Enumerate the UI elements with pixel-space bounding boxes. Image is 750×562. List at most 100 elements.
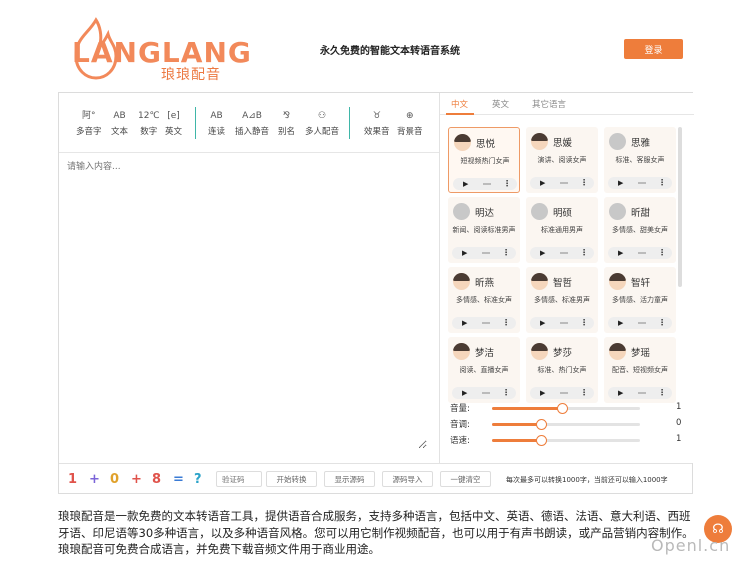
import-source-button[interactable]: 源码导入 bbox=[382, 471, 433, 487]
tool-english[interactable]: [e] 英文 bbox=[165, 109, 182, 137]
product-description: 琅琅配音是一款免费的文本转语音工具，提供语音合成服务，支持多种语言，包括中文、英… bbox=[58, 509, 694, 556]
voice-name: 思雅 bbox=[631, 138, 651, 149]
voice-description: 多情感、甜美女声 bbox=[612, 226, 668, 234]
voice-name: 梦莎 bbox=[553, 348, 573, 359]
clear-all-button[interactable]: 一键清空 bbox=[440, 471, 491, 487]
play-icon[interactable]: ▶ bbox=[540, 389, 545, 397]
voice-card[interactable]: 明硕 标准通用男声 ▶ ⋮ bbox=[526, 197, 598, 263]
tool-polyphone[interactable]: 阿° 多音字 bbox=[76, 109, 102, 137]
tool-multi-voice[interactable]: ⚇ 多人配音 bbox=[305, 109, 339, 137]
tab-english[interactable]: 英文 bbox=[492, 98, 509, 110]
tab-other-languages[interactable]: 其它语言 bbox=[532, 98, 566, 110]
speed-slider[interactable]: 语速: 1 bbox=[450, 433, 690, 447]
voice-preview-player: ▶ ⋮ bbox=[452, 317, 516, 329]
voice-card[interactable]: 昕燕 多情感、标准女声 ▶ ⋮ bbox=[448, 267, 520, 333]
more-options-icon[interactable]: ⋮ bbox=[580, 318, 588, 327]
pitch-knob[interactable] bbox=[535, 419, 547, 430]
voice-name: 昕甜 bbox=[631, 208, 651, 219]
progress-bar[interactable] bbox=[638, 322, 646, 324]
play-icon[interactable]: ▶ bbox=[463, 180, 468, 188]
voice-card[interactable]: 思媛 演讲、阅读女声 ▶ ⋮ bbox=[526, 127, 598, 193]
play-icon[interactable]: ▶ bbox=[462, 389, 467, 397]
more-options-icon[interactable]: ⋮ bbox=[658, 318, 666, 327]
more-options-icon[interactable]: ⋮ bbox=[502, 318, 510, 327]
tab-chinese[interactable]: 中文 bbox=[451, 98, 468, 110]
avatar bbox=[531, 343, 548, 360]
polyphone-icon: 阿° bbox=[82, 111, 96, 121]
captcha-input[interactable] bbox=[216, 471, 262, 487]
more-options-icon[interactable]: ⋮ bbox=[503, 179, 511, 188]
tool-background-sound[interactable]: ⊕ 背景音 bbox=[397, 109, 423, 137]
pitch-track[interactable] bbox=[492, 419, 640, 430]
voice-preview-player: ▶ ⋮ bbox=[530, 177, 594, 189]
play-icon[interactable]: ▶ bbox=[618, 249, 623, 257]
avatar bbox=[609, 203, 626, 220]
tool-label: 插入静音 bbox=[235, 127, 270, 137]
tool-text[interactable]: AB 文本 bbox=[111, 109, 128, 137]
voice-card[interactable]: 思悦 短视频热门女声 ▶ ⋮ bbox=[448, 127, 520, 193]
english-icon: [e] bbox=[167, 111, 180, 121]
play-icon[interactable]: ▶ bbox=[618, 319, 623, 327]
progress-bar[interactable] bbox=[560, 322, 568, 324]
speed-knob[interactable] bbox=[535, 435, 547, 446]
more-options-icon[interactable]: ⋮ bbox=[658, 388, 666, 397]
tool-insert-silence[interactable]: A⊿B 插入静音 bbox=[235, 109, 269, 137]
login-button[interactable]: 登录 bbox=[624, 39, 683, 59]
voice-card[interactable]: 思雅 标准、客服女声 ▶ ⋮ bbox=[604, 127, 676, 193]
volume-track[interactable] bbox=[492, 403, 640, 414]
progress-bar[interactable] bbox=[482, 252, 490, 254]
progress-bar[interactable] bbox=[482, 392, 490, 394]
progress-bar[interactable] bbox=[638, 392, 646, 394]
more-options-icon[interactable]: ⋮ bbox=[580, 388, 588, 397]
alias-icon: ⅋ bbox=[282, 111, 291, 121]
play-icon[interactable]: ▶ bbox=[618, 179, 623, 187]
voice-scrollbar[interactable] bbox=[678, 127, 682, 287]
tts-panel: 阿° 多音字 AB 文本 12℃ 数字 [e] 英文 AB 连读 A⊿B 插入静… bbox=[58, 92, 694, 494]
volume-slider[interactable]: 音量: 1 bbox=[450, 401, 690, 415]
volume-knob[interactable] bbox=[556, 403, 568, 414]
voice-card[interactable]: 智哲 多情感、标准男声 ▶ ⋮ bbox=[526, 267, 598, 333]
voice-description: 阅读、直播女声 bbox=[459, 366, 509, 374]
voice-card[interactable]: 昕甜多情感、甜美女声 ▶ ⋮ bbox=[604, 197, 676, 263]
voice-description: 多情感、标准男声 bbox=[534, 296, 590, 304]
play-icon[interactable]: ▶ bbox=[618, 389, 623, 397]
voice-preview-player: ▶ ⋮ bbox=[452, 247, 516, 259]
more-options-icon[interactable]: ⋮ bbox=[580, 248, 588, 257]
play-icon[interactable]: ▶ bbox=[540, 179, 545, 187]
progress-bar[interactable] bbox=[638, 252, 646, 254]
play-icon[interactable]: ▶ bbox=[462, 319, 467, 327]
more-options-icon[interactable]: ⋮ bbox=[502, 248, 510, 257]
text-input[interactable] bbox=[67, 159, 427, 449]
voice-card[interactable]: 梦瑶 配音、短视频女声 ▶ ⋮ bbox=[604, 337, 676, 403]
tool-number[interactable]: 12℃ 数字 bbox=[138, 109, 160, 137]
start-convert-button[interactable]: 开始转换 bbox=[266, 471, 317, 487]
pitch-slider[interactable]: 音调: 0 bbox=[450, 417, 690, 431]
voice-card[interactable]: 梦洁 阅读、直播女声 ▶ ⋮ bbox=[448, 337, 520, 403]
speed-track[interactable] bbox=[492, 435, 640, 446]
tool-liaison[interactable]: AB 连读 bbox=[208, 109, 225, 137]
liaison-icon: AB bbox=[210, 111, 223, 121]
progress-bar[interactable] bbox=[482, 322, 490, 324]
progress-bar[interactable] bbox=[560, 252, 568, 254]
tool-label: 背景音 bbox=[397, 127, 423, 137]
play-icon[interactable]: ▶ bbox=[540, 319, 545, 327]
show-source-button[interactable]: 显示源码 bbox=[324, 471, 375, 487]
tool-label: 多人配音 bbox=[305, 127, 340, 137]
more-options-icon[interactable]: ⋮ bbox=[658, 178, 666, 187]
tool-sound-effect[interactable]: ♉ 效果音 bbox=[364, 109, 390, 137]
progress-bar[interactable] bbox=[560, 182, 568, 184]
voice-card[interactable]: 梦莎 标准、热门女声 ▶ ⋮ bbox=[526, 337, 598, 403]
voice-card[interactable]: 智轩 多情感、活力童声 ▶ ⋮ bbox=[604, 267, 676, 333]
tool-label: 别名 bbox=[278, 127, 296, 137]
tool-alias[interactable]: ⅋ 别名 bbox=[278, 109, 295, 137]
voice-card[interactable]: 明达 新闻、阅读标准男声 ▶ ⋮ bbox=[448, 197, 520, 263]
progress-bar[interactable] bbox=[638, 182, 646, 184]
progress-bar[interactable] bbox=[483, 183, 491, 185]
more-options-icon[interactable]: ⋮ bbox=[658, 248, 666, 257]
progress-bar[interactable] bbox=[560, 392, 568, 394]
more-options-icon[interactable]: ⋮ bbox=[502, 388, 510, 397]
more-options-icon[interactable]: ⋮ bbox=[580, 178, 588, 187]
play-icon[interactable]: ▶ bbox=[462, 249, 467, 257]
play-icon[interactable]: ▶ bbox=[540, 249, 545, 257]
site-logo[interactable]: LANGLANG 琅琅配音 bbox=[66, 16, 251, 83]
